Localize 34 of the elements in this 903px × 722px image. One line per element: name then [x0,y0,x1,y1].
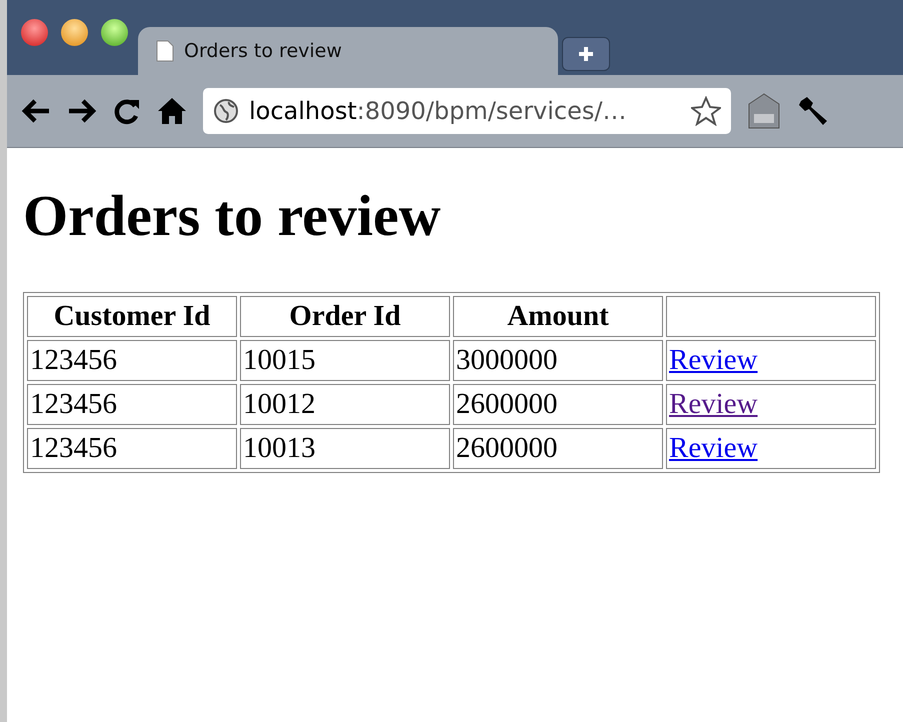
column-header: Order Id [240,296,450,337]
table-cell: 123456 [27,428,237,469]
table-cell: 123456 [27,340,237,381]
column-header: Amount [453,296,663,337]
table-cell: 10015 [240,340,450,381]
table-cell: 2600000 [453,428,663,469]
page-heading: Orders to review [23,184,442,248]
new-tab-button[interactable] [562,37,610,71]
url-text: localhost:8090/bpm/services/… [249,96,628,127]
tab-title: Orders to review [184,38,342,64]
wrench-icon[interactable] [797,95,829,127]
reload-icon[interactable] [113,97,141,125]
table-cell: 3000000 [453,340,663,381]
review-link[interactable]: Review [669,432,758,464]
plus-icon [577,45,595,63]
review-link[interactable]: Review [669,344,758,376]
close-window-button[interactable] [21,19,48,46]
table-cell: 2600000 [453,384,663,425]
review-link[interactable]: Review [669,388,758,420]
back-icon[interactable] [21,98,51,124]
zoom-window-button[interactable] [101,19,128,46]
forward-icon[interactable] [67,98,97,124]
minimize-window-button[interactable] [61,19,88,46]
table-cell: 10013 [240,428,450,469]
column-header: Customer Id [27,296,237,337]
globe-icon [213,98,239,124]
address-field[interactable]: localhost:8090/bpm/services/… [203,88,731,134]
table-cell: 10012 [240,384,450,425]
home-icon[interactable] [157,97,187,125]
table-cell: 123456 [27,384,237,425]
star-icon[interactable] [691,96,721,126]
browser-tab[interactable]: Orders to review [138,27,558,75]
page-icon [156,40,174,62]
tag-icon[interactable] [747,92,781,130]
